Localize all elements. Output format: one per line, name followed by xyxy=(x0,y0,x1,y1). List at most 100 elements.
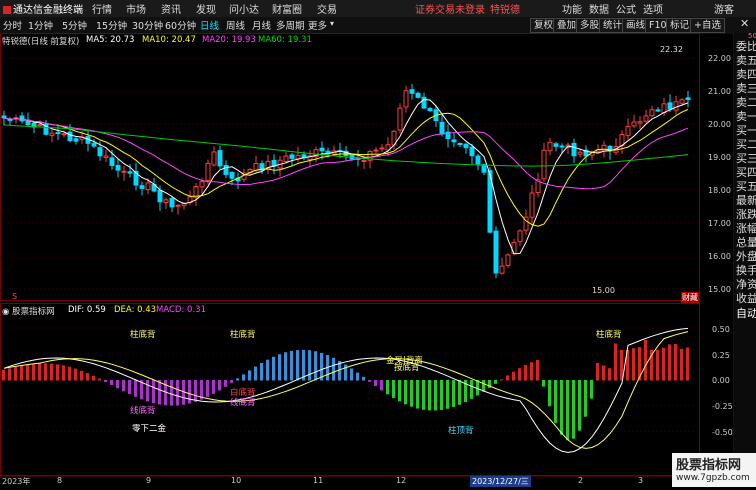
macd-bar xyxy=(116,380,120,389)
candle-body xyxy=(517,230,523,243)
macd-bar xyxy=(512,371,516,381)
macd-bar xyxy=(122,380,126,392)
candle-body xyxy=(1,115,7,119)
annotation-label: 白底背 xyxy=(230,388,256,398)
macd-bar xyxy=(284,352,288,381)
stock-link[interactable]: 特锐德 xyxy=(490,1,520,16)
candle-body xyxy=(559,145,565,148)
macd-y-tick: 0.25 xyxy=(712,351,730,360)
menu-xuanxiang[interactable]: 选项 xyxy=(643,1,663,16)
annotation-label: 柱底背 xyxy=(596,330,622,340)
macd-bar xyxy=(506,375,510,381)
x-label: 8 xyxy=(57,476,63,485)
chevron-down-icon[interactable]: ▾ xyxy=(330,19,334,28)
annotation-label: 柱底背 xyxy=(230,330,256,340)
menu-shichang[interactable]: 市场 xyxy=(126,1,146,16)
menu-gongshi[interactable]: 公式 xyxy=(616,1,636,16)
menu-jiaoyi[interactable]: 交易 xyxy=(317,1,337,16)
macd-bar xyxy=(452,380,456,408)
candle-body xyxy=(145,182,151,191)
tab-15min[interactable]: 15分钟 xyxy=(96,18,127,32)
candle-body xyxy=(61,133,67,136)
macd-bar xyxy=(566,380,570,441)
macd-bar xyxy=(314,351,318,381)
tab-duozhouqi[interactable]: 多周期 xyxy=(276,18,305,32)
x-label: 10 xyxy=(231,476,242,485)
candle-body xyxy=(481,164,487,173)
tab-zhouxian[interactable]: 周线 xyxy=(226,18,245,32)
candle-body xyxy=(601,144,607,152)
macd-bar xyxy=(434,380,438,411)
tab-5min[interactable]: 5分钟 xyxy=(62,18,87,32)
macd-label: MACD: 0.31 xyxy=(156,305,206,315)
x-label-cursor-date: 2023/12/27/三 xyxy=(470,476,531,487)
tab-rixian[interactable]: 日线 xyxy=(200,18,219,32)
biaoji-button[interactable]: 标记 xyxy=(666,18,694,33)
macd-bar xyxy=(404,380,408,405)
macd-bar xyxy=(416,380,420,409)
candle-body xyxy=(469,146,475,157)
main-chart-frame xyxy=(0,33,700,301)
candle-body xyxy=(67,131,73,142)
menu-gongneng[interactable]: 功能 xyxy=(562,1,582,16)
x-label: 2023年 xyxy=(2,477,31,486)
indicator-name: 股票指标网 xyxy=(12,307,55,317)
close-icon[interactable]: ✕ xyxy=(740,17,749,30)
candle-body xyxy=(493,230,499,274)
menu-wenxiaoda[interactable]: 问小达 xyxy=(229,1,259,16)
panel-auto-button[interactable]: 自动 xyxy=(736,305,756,321)
macd-bar xyxy=(458,380,462,405)
tab-30min[interactable]: 30分钟 xyxy=(132,18,163,32)
tab-60min[interactable]: 60分钟 xyxy=(165,18,196,32)
annotation-label: 柱底背 xyxy=(130,330,156,340)
menu-zixun[interactable]: 资讯 xyxy=(161,1,181,16)
menu-caifuquan[interactable]: 财富圈 xyxy=(272,1,302,16)
kline-chart-svg[interactable] xyxy=(0,33,700,487)
menu-shuju[interactable]: 数据 xyxy=(589,1,609,16)
candle-body xyxy=(625,125,631,136)
candle-body xyxy=(379,147,385,150)
candle-body xyxy=(253,162,259,171)
macd-bar xyxy=(410,380,414,407)
candle-body xyxy=(373,149,379,152)
candle-body xyxy=(37,124,43,127)
x-label: 11 xyxy=(313,476,324,485)
macd-bar xyxy=(104,380,108,383)
macd-bar xyxy=(578,380,582,431)
macd-bar xyxy=(374,380,378,387)
user-guest[interactable]: 游客 xyxy=(714,1,734,16)
candle-body xyxy=(439,121,445,135)
macd-bar xyxy=(68,366,72,381)
macd-bar xyxy=(536,359,540,381)
macd-bar xyxy=(308,350,312,381)
macd-bar xyxy=(428,380,432,411)
macd-y-tick: 0.50 xyxy=(712,325,730,334)
x-label: 12 xyxy=(396,476,407,485)
candle-body xyxy=(397,107,403,131)
tab-fenshi[interactable]: 分时 xyxy=(3,18,22,32)
corner-s-marker: S xyxy=(12,292,18,301)
macd-bar xyxy=(656,349,660,381)
candle-body xyxy=(205,162,211,181)
candle-body xyxy=(421,96,427,109)
candle-body xyxy=(655,109,661,112)
tab-1min[interactable]: 1分钟 xyxy=(28,18,53,32)
macd-bar xyxy=(686,347,690,381)
macd-bar xyxy=(38,363,42,381)
candle-body xyxy=(211,151,217,166)
tab-gengduo[interactable]: 更多 xyxy=(308,18,327,32)
tab-yuexian[interactable]: 月线 xyxy=(252,18,271,32)
candle-body xyxy=(679,99,685,104)
ma20-label: MA20: 19.93 xyxy=(202,35,256,45)
chart-area[interactable] xyxy=(0,33,700,488)
candle-body xyxy=(553,143,559,147)
menu-hangqing[interactable]: 行情 xyxy=(92,1,112,16)
menu-faxian[interactable]: 发现 xyxy=(196,1,216,16)
badge-caicang[interactable]: 财藏 xyxy=(681,292,699,303)
candle-body xyxy=(643,115,649,122)
add-favorite-button[interactable]: +自选 xyxy=(690,18,725,33)
login-alert[interactable]: 证券交易未登录 xyxy=(415,1,485,16)
gear-icon[interactable]: ◉ xyxy=(2,307,9,317)
macd-bar xyxy=(62,365,66,381)
menu-bar: 通达信金融终端 行情 市场 资讯 发现 问小达 财富圈 交易 证券交易未登录 特… xyxy=(0,0,756,18)
